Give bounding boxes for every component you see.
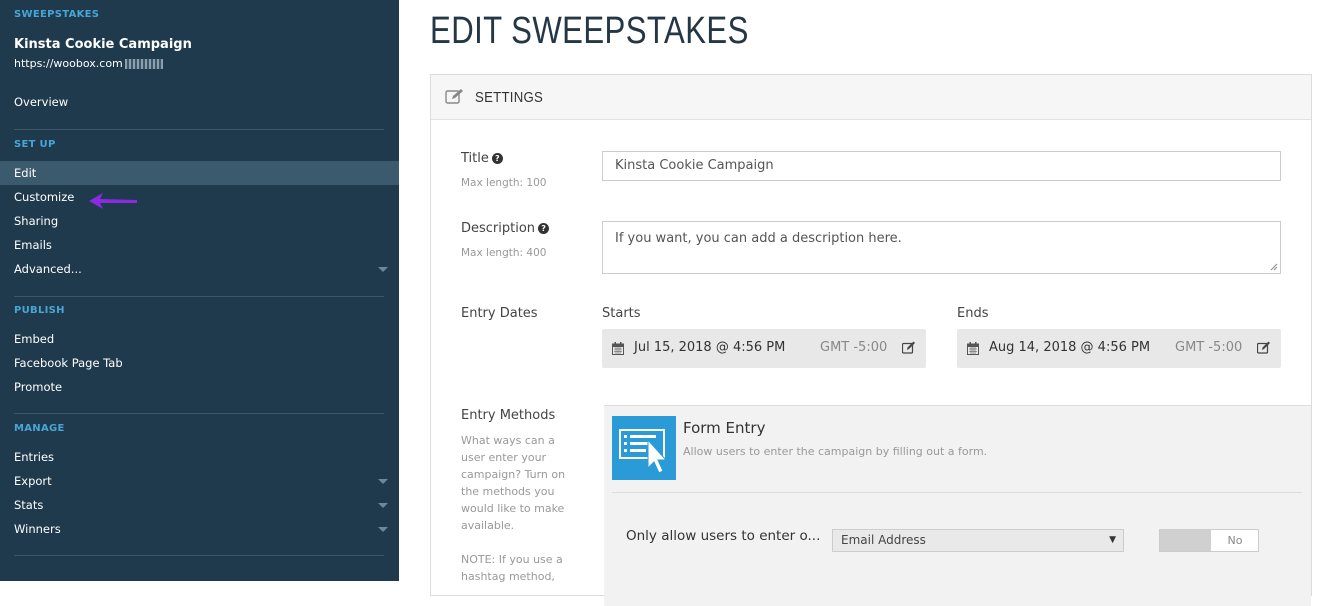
edit-icon bbox=[445, 88, 465, 109]
select-value: Email Address bbox=[841, 533, 926, 547]
end-date-picker[interactable]: Aug 14, 2018 @ 4:56 PM GMT -5:00 bbox=[957, 329, 1281, 368]
section-label-sweepstakes: SWEEPSTAKES bbox=[14, 9, 100, 20]
edit-icon[interactable] bbox=[1257, 341, 1271, 354]
description-hint: Max length: 400 bbox=[461, 247, 547, 259]
description-textarea[interactable]: If you want, you can add a description h… bbox=[602, 221, 1281, 274]
start-date-picker[interactable]: Jul 15, 2018 @ 4:56 PM GMT -5:00 bbox=[602, 329, 926, 368]
calendar-icon bbox=[967, 342, 979, 355]
campaign-url[interactable]: https://woobox.com bbox=[14, 57, 163, 70]
title-input[interactable]: Kinsta Cookie Campaign bbox=[602, 151, 1281, 181]
sidebar-item-label: Winners bbox=[14, 522, 61, 536]
dropdown-caret-icon: ▼ bbox=[1109, 535, 1116, 545]
help-icon[interactable]: ? bbox=[538, 223, 550, 234]
sidebar-item-entries[interactable]: Entries bbox=[0, 445, 399, 469]
title-label-text: Title bbox=[461, 151, 489, 166]
description-placeholder: If you want, you can add a description h… bbox=[615, 231, 902, 246]
method-divider bbox=[612, 492, 1302, 493]
help-icon[interactable]: ? bbox=[491, 153, 503, 164]
toggle-value: No bbox=[1227, 534, 1243, 547]
purple-arrow-annotation bbox=[89, 193, 137, 209]
chevron-down-icon[interactable] bbox=[378, 527, 388, 532]
redacted-mask bbox=[124, 59, 163, 69]
sidebar-item-export[interactable]: Export bbox=[0, 469, 399, 493]
only-allow-label: Only allow users to enter o... bbox=[626, 528, 821, 544]
start-date-value: Jul 15, 2018 @ 4:56 PM bbox=[634, 340, 786, 355]
chevron-down-icon[interactable] bbox=[378, 503, 388, 508]
sidebar-item-label: Stats bbox=[14, 498, 44, 512]
form-entry-description: Allow users to enter the campaign by fil… bbox=[683, 445, 988, 458]
sidebar-item-embed[interactable]: Embed bbox=[0, 327, 399, 351]
sidebar-item-advanced[interactable]: Advanced... bbox=[0, 257, 399, 281]
starts-label: Starts bbox=[602, 306, 641, 321]
form-entry-title: Form Entry bbox=[683, 419, 766, 437]
sidebar-item-facebook-page-tab[interactable]: Facebook Page Tab bbox=[0, 351, 399, 375]
chevron-down-icon[interactable] bbox=[378, 267, 388, 272]
settings-panel: SETTINGS Title? Max length: 100 Kinsta C… bbox=[430, 74, 1312, 606]
description-label: Description? bbox=[461, 221, 550, 236]
panel-title: SETTINGS bbox=[475, 89, 544, 106]
sidebar-item-promote[interactable]: Promote bbox=[0, 375, 399, 399]
entry-limit-toggle[interactable]: No bbox=[1159, 529, 1259, 552]
panel-header: SETTINGS bbox=[431, 75, 1311, 120]
sidebar-divider bbox=[14, 296, 384, 297]
entry-methods-note: NOTE: If you use a hashtag method, bbox=[461, 553, 563, 583]
sidebar: SWEEPSTAKES Kinsta Cookie Campaign https… bbox=[0, 0, 399, 581]
toggle-knob[interactable] bbox=[1160, 530, 1211, 551]
campaign-title: Kinsta Cookie Campaign bbox=[14, 37, 192, 52]
section-label-manage: MANAGE bbox=[14, 423, 65, 434]
end-date-value: Aug 14, 2018 @ 4:56 PM bbox=[989, 340, 1151, 355]
sidebar-item-stats[interactable]: Stats bbox=[0, 493, 399, 517]
page-title: EDIT SWEEPSTAKES bbox=[430, 10, 749, 52]
entry-methods-help: What ways can a user enter your campaign… bbox=[461, 434, 566, 532]
entry-limit-select[interactable]: Email Address ▼ bbox=[832, 529, 1124, 552]
sidebar-item-emails[interactable]: Emails bbox=[0, 233, 399, 257]
end-timezone: GMT -5:00 bbox=[1175, 340, 1243, 355]
entry-methods-label: Entry Methods bbox=[461, 408, 556, 423]
sidebar-item-label: Advanced... bbox=[14, 262, 82, 276]
entry-dates-label: Entry Dates bbox=[461, 306, 538, 321]
edit-icon[interactable] bbox=[902, 341, 916, 354]
title-hint: Max length: 100 bbox=[461, 177, 547, 189]
calendar-icon bbox=[612, 342, 624, 355]
main-content: EDIT SWEEPSTAKES SETTINGS Title? Max len… bbox=[400, 0, 1328, 606]
start-timezone: GMT -5:00 bbox=[820, 340, 888, 355]
ends-label: Ends bbox=[957, 306, 989, 321]
section-label-setup: SET UP bbox=[14, 139, 56, 150]
form-entry-method: Form Entry Allow users to enter the camp… bbox=[604, 405, 1311, 606]
description-label-text: Description bbox=[461, 221, 536, 236]
sidebar-item-customize[interactable]: Customize bbox=[0, 185, 399, 209]
sidebar-item-winners[interactable]: Winners bbox=[0, 517, 399, 541]
form-entry-icon bbox=[612, 416, 676, 480]
sidebar-divider bbox=[14, 413, 384, 414]
chevron-down-icon[interactable] bbox=[378, 479, 388, 484]
title-label: Title? bbox=[461, 151, 503, 166]
sidebar-item-label: Export bbox=[14, 474, 52, 488]
sidebar-item-edit[interactable]: Edit bbox=[0, 161, 399, 185]
sidebar-item-sharing[interactable]: Sharing bbox=[0, 209, 399, 233]
section-label-publish: PUBLISH bbox=[14, 305, 65, 316]
resize-handle-icon[interactable] bbox=[1270, 263, 1278, 271]
sidebar-divider bbox=[14, 555, 384, 556]
sidebar-divider bbox=[14, 129, 384, 130]
campaign-url-text[interactable]: https://woobox.com bbox=[14, 57, 123, 70]
sidebar-item-overview[interactable]: Overview bbox=[0, 90, 399, 114]
